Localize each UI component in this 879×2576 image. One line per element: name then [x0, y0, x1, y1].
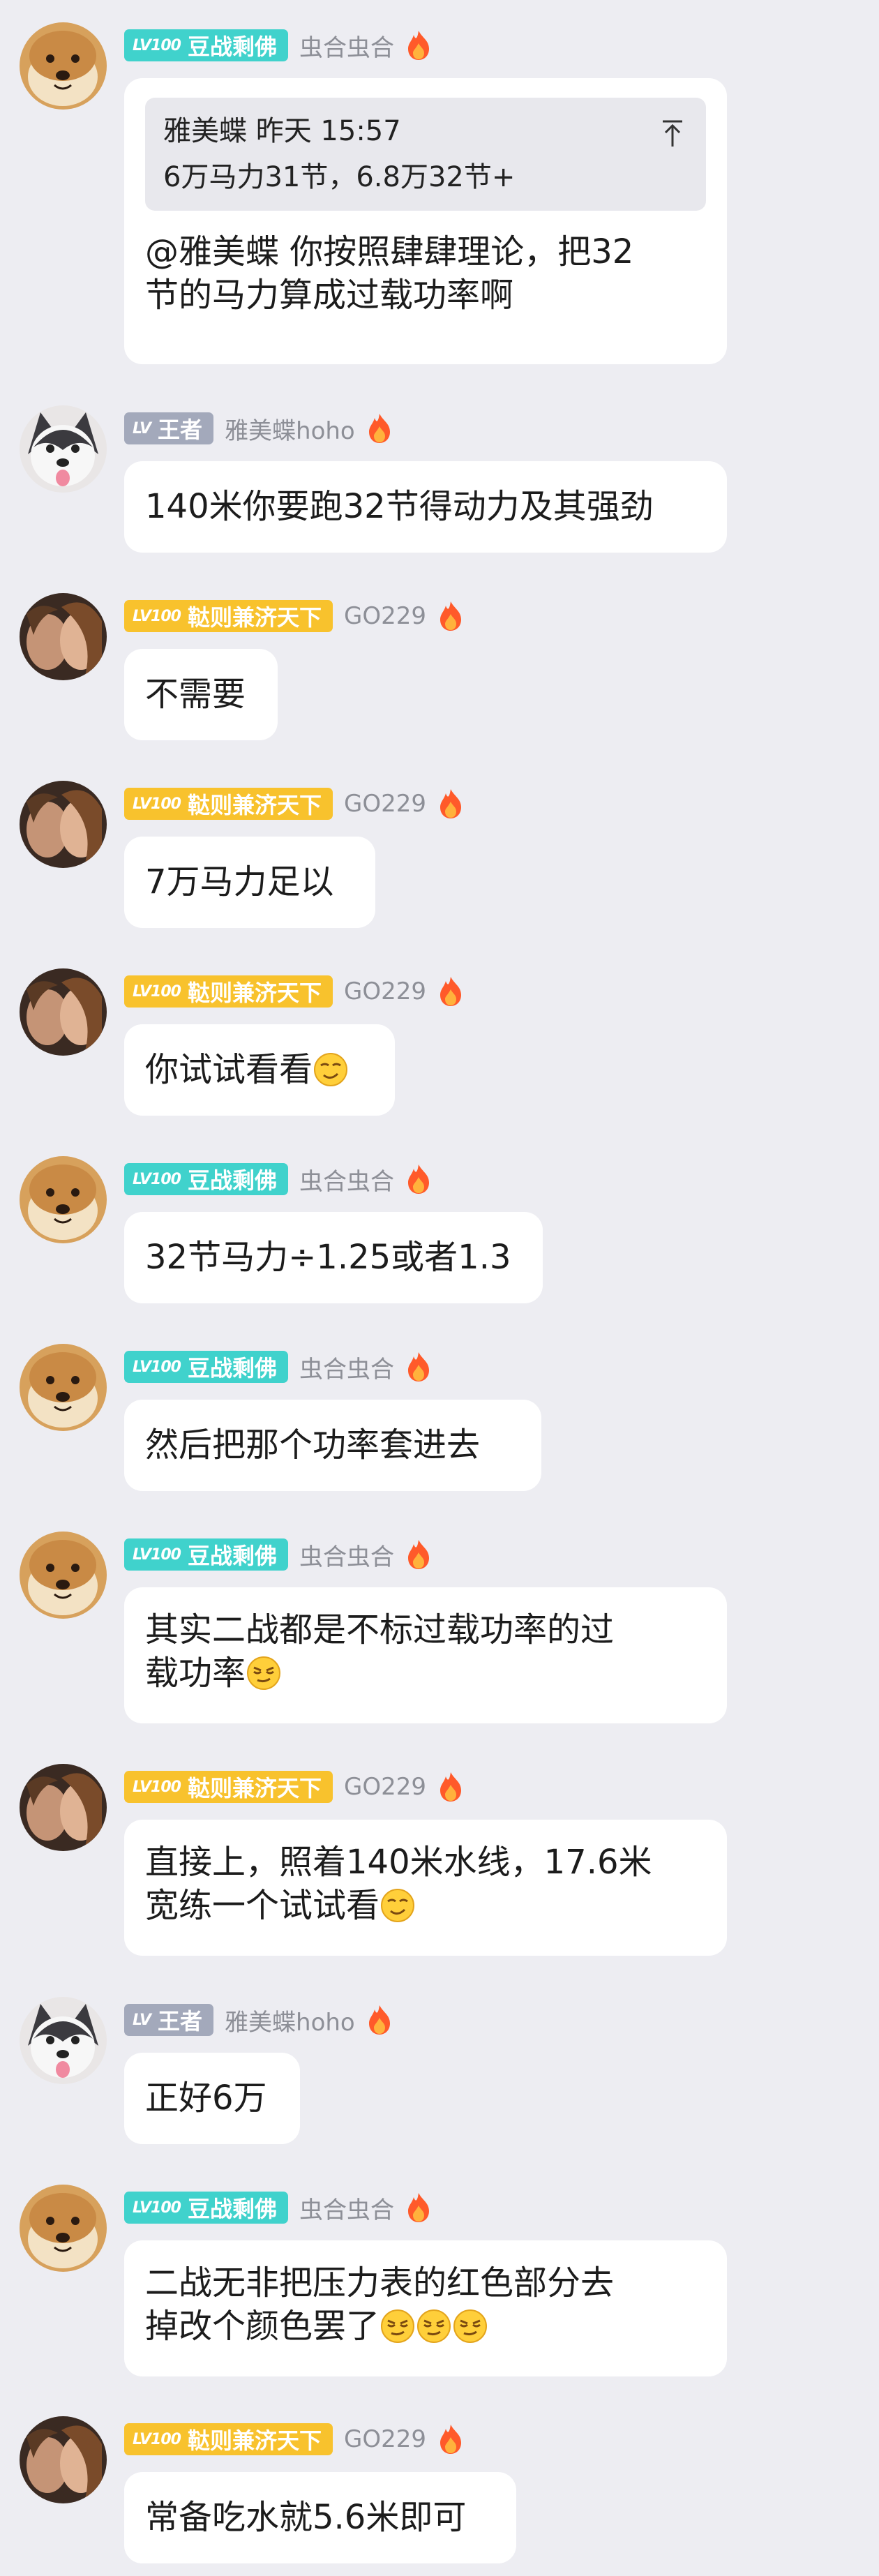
quote-text: 6万马力31节，6.8万32节+: [163, 161, 516, 193]
sly-emoji: [452, 2308, 488, 2344]
nickname[interactable]: GO229: [344, 602, 426, 630]
avatar[interactable]: [20, 2185, 107, 2272]
avatar[interactable]: [20, 1532, 107, 1619]
level-badge: LV100 豆战剩佛: [124, 1351, 288, 1383]
avatar[interactable]: [20, 1156, 107, 1243]
avatar[interactable]: [20, 405, 107, 493]
message-line: 直接上，照着140米水线，17.6米: [145, 1843, 652, 1882]
quote-time: 昨天 15:57: [255, 115, 401, 147]
nickname[interactable]: 虫合虫合: [299, 1538, 394, 1572]
nickname[interactable]: GO229: [344, 790, 426, 818]
avatar[interactable]: [20, 1764, 107, 1851]
level-badge: LV100 鞑则兼济天下: [124, 1771, 333, 1803]
message-line: 不需要: [145, 675, 246, 714]
message-line: 宽练一个试试看: [145, 1886, 380, 1925]
fire-icon: [440, 789, 461, 818]
avatar[interactable]: [20, 22, 107, 110]
message-bubble[interactable]: 7万马力足以: [124, 837, 375, 928]
message-bubble[interactable]: 140米你要跑32节得动力及其强劲: [124, 461, 727, 553]
level-badge: LV100 豆战剩佛: [124, 1538, 288, 1571]
message-bubble[interactable]: 二战无非把压力表的红色部分去 掉改个颜色罢了: [124, 2240, 727, 2376]
avatar[interactable]: [20, 2416, 107, 2503]
fire-icon: [368, 2005, 390, 2035]
message-line: @雅美蝶 你按照肆肆理论，把32: [145, 232, 634, 271]
message-line: 正好6万: [145, 2079, 267, 2118]
sly-emoji: [246, 1655, 282, 1691]
message-line: 掉改个颜色罢了: [145, 2307, 380, 2346]
level-badge: LV100 鞑则兼济天下: [124, 975, 333, 1008]
quote-author: 雅美蝶: [163, 115, 247, 147]
nickname[interactable]: 虫合虫合: [299, 2191, 394, 2225]
message-bubble[interactable]: 然后把那个功率套进去: [124, 1400, 541, 1491]
message-bubble[interactable]: 其实二战都是不标过载功率的过 载功率: [124, 1587, 727, 1723]
level-badge: LV 王者: [124, 2004, 214, 2036]
message-line: 你试试看看: [145, 1050, 313, 1089]
pin-icon[interactable]: [660, 119, 685, 149]
message-line: 节的马力算成过载功率啊: [145, 276, 514, 315]
nickname[interactable]: 虫合虫合: [299, 29, 394, 63]
fire-icon: [407, 31, 429, 60]
message-bubble[interactable]: 不需要: [124, 649, 278, 740]
level-badge: LV100 鞑则兼济天下: [124, 788, 333, 820]
message-line: 其实二战都是不标过载功率的过: [145, 1610, 615, 1649]
smirk-emoji: [313, 1051, 349, 1088]
avatar[interactable]: [20, 1344, 107, 1431]
fire-icon: [407, 1165, 429, 1194]
message-bubble[interactable]: 32节马力÷1.25或者1.3: [124, 1212, 543, 1303]
avatar[interactable]: [20, 968, 107, 1056]
message-bubble[interactable]: 常备吃水就5.6米即可: [124, 2472, 516, 2563]
message-line: 7万马力足以: [145, 862, 334, 901]
message-line: 然后把那个功率套进去: [145, 1425, 481, 1465]
nickname[interactable]: 雅美蝶hoho: [225, 412, 355, 446]
avatar[interactable]: [20, 1997, 107, 2084]
message-bubble[interactable]: 正好6万: [124, 2053, 300, 2144]
fire-icon: [407, 2193, 429, 2222]
nickname[interactable]: GO229: [344, 978, 426, 1005]
fire-icon: [368, 414, 390, 443]
quoted-message[interactable]: 雅美蝶 昨天 15:57 6万马力31节，6.8万32节+: [145, 98, 706, 211]
message-line: 二战无非把压力表的红色部分去: [145, 2263, 615, 2302]
fire-icon: [440, 601, 461, 631]
message-line: 载功率: [145, 1654, 246, 1693]
fire-icon: [407, 1540, 429, 1569]
level-badge: LV100 鞑则兼济天下: [124, 2423, 333, 2455]
level-badge: LV100 鞑则兼济天下: [124, 600, 333, 632]
nickname[interactable]: GO229: [344, 2425, 426, 2453]
level-badge: LV100 豆战剩佛: [124, 29, 288, 61]
fire-icon: [407, 1352, 429, 1381]
nickname[interactable]: 虫合虫合: [299, 1162, 394, 1197]
level-badge: LV100 豆战剩佛: [124, 2192, 288, 2224]
fire-icon: [440, 977, 461, 1006]
avatar[interactable]: [20, 593, 107, 680]
nickname[interactable]: 雅美蝶hoho: [225, 2003, 355, 2037]
level-badge: LV100 豆战剩佛: [124, 1163, 288, 1195]
smirk-emoji: [380, 1887, 416, 1924]
nickname[interactable]: 虫合虫合: [299, 1350, 394, 1384]
message-line: 32节马力÷1.25或者1.3: [145, 1238, 511, 1277]
message-bubble[interactable]: 雅美蝶 昨天 15:57 6万马力31节，6.8万32节+ @雅美蝶 你按照肆肆…: [124, 78, 727, 364]
sly-emoji: [380, 2308, 416, 2344]
sly-emoji: [416, 2308, 452, 2344]
nickname[interactable]: GO229: [344, 1773, 426, 1801]
message-line: 140米你要跑32节得动力及其强劲: [145, 487, 654, 526]
message-bubble[interactable]: 直接上，照着140米水线，17.6米 宽练一个试试看: [124, 1820, 727, 1956]
avatar[interactable]: [20, 781, 107, 868]
message-bubble[interactable]: 你试试看看: [124, 1024, 395, 1116]
level-badge: LV 王者: [124, 412, 214, 444]
message-line: 常备吃水就5.6米即可: [145, 2498, 467, 2537]
fire-icon: [440, 1772, 461, 1802]
fire-icon: [440, 2425, 461, 2454]
